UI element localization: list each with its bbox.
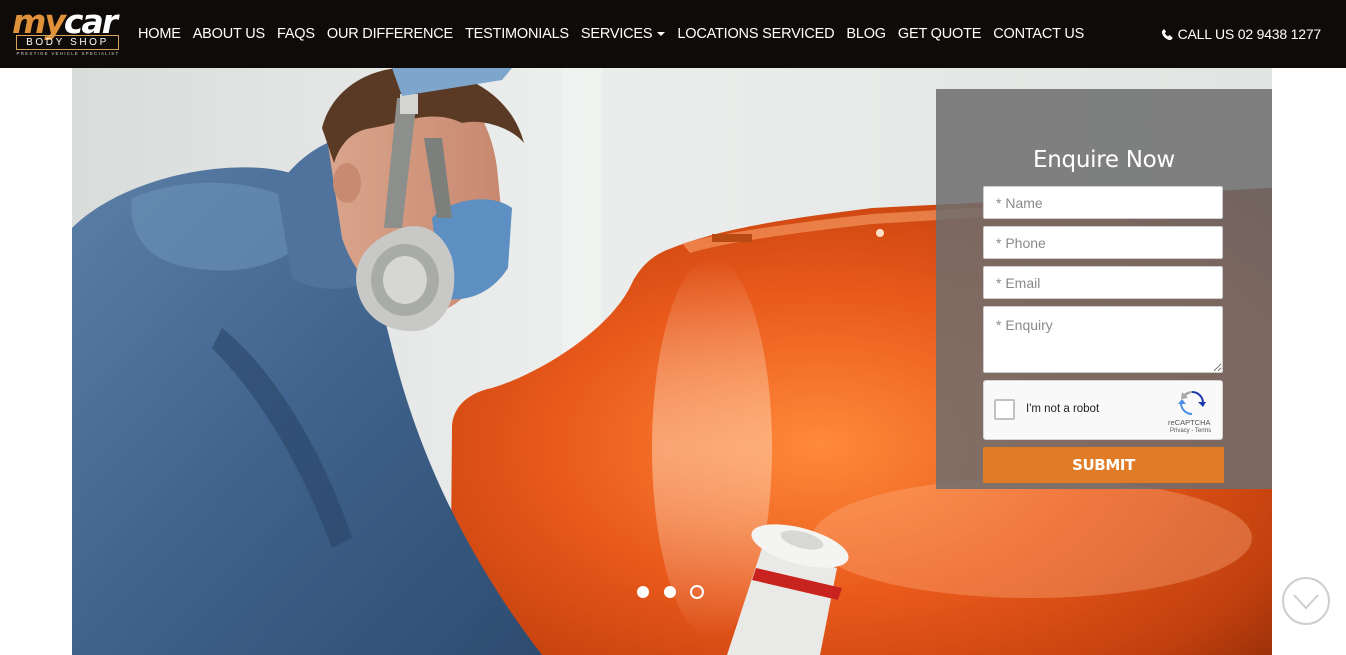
- mycar-logo[interactable]: mycar BODY SHOP PRESTIGE VEHICLE SPECIAL…: [12, 2, 124, 58]
- nav-home[interactable]: HOME: [138, 26, 181, 42]
- logo-tagline: PRESTIGE VEHICLE SPECIALIST: [16, 51, 120, 56]
- enquiry-textarea[interactable]: [983, 306, 1223, 373]
- call-us-link[interactable]: CALL US 02 9438 1277: [1161, 0, 1321, 68]
- slider-dot-2[interactable]: [664, 586, 676, 598]
- logo-subtitle: BODY SHOP: [16, 35, 119, 50]
- name-input[interactable]: [983, 186, 1223, 219]
- phone-icon: [1161, 28, 1173, 40]
- nav-testimonials[interactable]: TESTIMONIALS: [465, 26, 569, 42]
- chevron-down-circle-icon[interactable]: [1281, 576, 1331, 626]
- top-navbar: mycar BODY SHOP PRESTIGE VEHICLE SPECIAL…: [0, 0, 1346, 68]
- nav-our-difference[interactable]: OUR DIFFERENCE: [327, 26, 453, 42]
- nav-get-quote[interactable]: GET QUOTE: [898, 26, 982, 42]
- nav-contact-us[interactable]: CONTACT US: [993, 26, 1084, 42]
- nav-blog[interactable]: BLOG: [846, 26, 886, 42]
- nav-about-us[interactable]: ABOUT US: [193, 26, 265, 42]
- recaptcha-privacy-terms-link[interactable]: Privacy - Terms: [1170, 428, 1211, 434]
- main-menu: HOME ABOUT US FAQS OUR DIFFERENCE TESTIM…: [138, 0, 1096, 68]
- phone-input[interactable]: [983, 226, 1223, 259]
- enquiry-form-title: Enquire Now: [1033, 147, 1175, 173]
- nav-services-label: SERVICES: [580, 26, 653, 42]
- nav-faqs[interactable]: FAQS: [277, 26, 315, 42]
- recaptcha-checkbox[interactable]: [994, 399, 1015, 420]
- slider-dot-3[interactable]: [690, 585, 704, 599]
- recaptcha-brand: reCAPTCHA: [1168, 418, 1211, 427]
- recaptcha-widget: I'm not a robot reCAPTCHA Privacy - Term…: [983, 380, 1223, 440]
- enquiry-form: Enquire Now I'm not a robot reCAPTCHA Pr…: [936, 89, 1272, 489]
- caret-down-icon: [657, 32, 666, 37]
- submit-button[interactable]: SUBMIT: [983, 447, 1224, 483]
- nav-services[interactable]: SERVICES: [580, 26, 666, 42]
- recaptcha-icon: [1178, 390, 1206, 416]
- nav-locations-serviced[interactable]: LOCATIONS SERVICED: [677, 26, 834, 42]
- email-input[interactable]: [983, 266, 1223, 299]
- call-us-label: CALL US 02 9438 1277: [1177, 26, 1322, 42]
- recaptcha-label: I'm not a robot: [1026, 403, 1100, 415]
- slider-dot-1[interactable]: [637, 586, 649, 598]
